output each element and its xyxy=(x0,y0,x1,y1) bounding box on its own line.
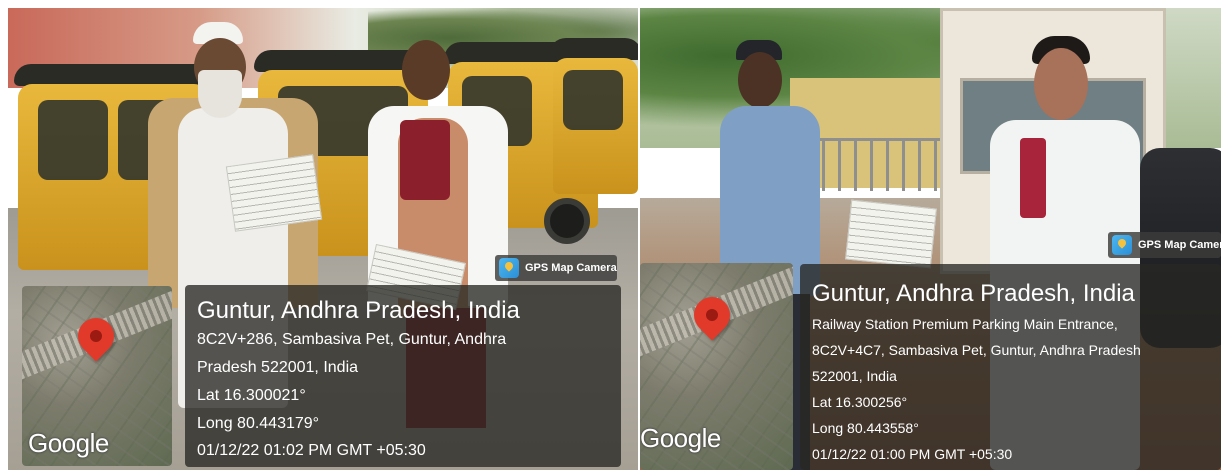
location-info-panel: Guntur, Andhra Pradesh, India Railway St… xyxy=(800,264,1221,470)
address-line: 522001, India xyxy=(812,368,897,384)
location-city: Guntur, Andhra Pradesh, India xyxy=(197,297,520,324)
location-map-thumbnail: Google xyxy=(22,286,172,466)
auto-rickshaw xyxy=(549,38,638,194)
map-brand-logo: Google xyxy=(640,423,721,453)
gps-camera-icon xyxy=(499,258,519,278)
certificate-paper xyxy=(845,199,937,269)
latitude: Lat 16.300021° xyxy=(197,387,306,404)
location-map-thumbnail: Google xyxy=(640,263,793,470)
geotagged-photo-left: GPS Map Camera Google Guntur, Andhra Pra… xyxy=(8,8,638,470)
address-line: 8C2V+4C7, Sambasiva Pet, Guntur, Andhra … xyxy=(812,342,1141,358)
address-line: 8C2V+286, Sambasiva Pet, Guntur, Andhra xyxy=(197,331,507,348)
timestamp: 01/12/22 01:00 PM GMT +05:30 xyxy=(812,446,1013,462)
geotagged-photo-right: GPS Map Camera Google Guntur, Andhra Pra… xyxy=(640,8,1221,470)
gps-camera-label: GPS Map Camera xyxy=(525,262,617,274)
gps-camera-label: GPS Map Camera xyxy=(1138,239,1221,251)
address-line: Pradesh 522001, India xyxy=(197,359,359,376)
map-brand-logo: Google xyxy=(28,428,109,458)
location-city: Guntur, Andhra Pradesh, India xyxy=(812,280,1135,307)
timestamp: 01/12/22 01:02 PM GMT +05:30 xyxy=(197,442,426,459)
latitude: Lat 16.300256° xyxy=(812,394,908,410)
gps-camera-badge: GPS Map Camera xyxy=(495,255,617,281)
gps-camera-icon xyxy=(1112,235,1132,255)
certificate-paper xyxy=(225,154,323,232)
address-line: Railway Station Premium Parking Main Ent… xyxy=(812,316,1118,332)
gps-camera-badge: GPS Map Camera xyxy=(1108,232,1221,258)
longitude: Long 80.443558° xyxy=(812,420,919,436)
location-info-panel: Guntur, Andhra Pradesh, India 8C2V+286, … xyxy=(185,285,621,467)
longitude: Long 80.443179° xyxy=(197,415,320,432)
